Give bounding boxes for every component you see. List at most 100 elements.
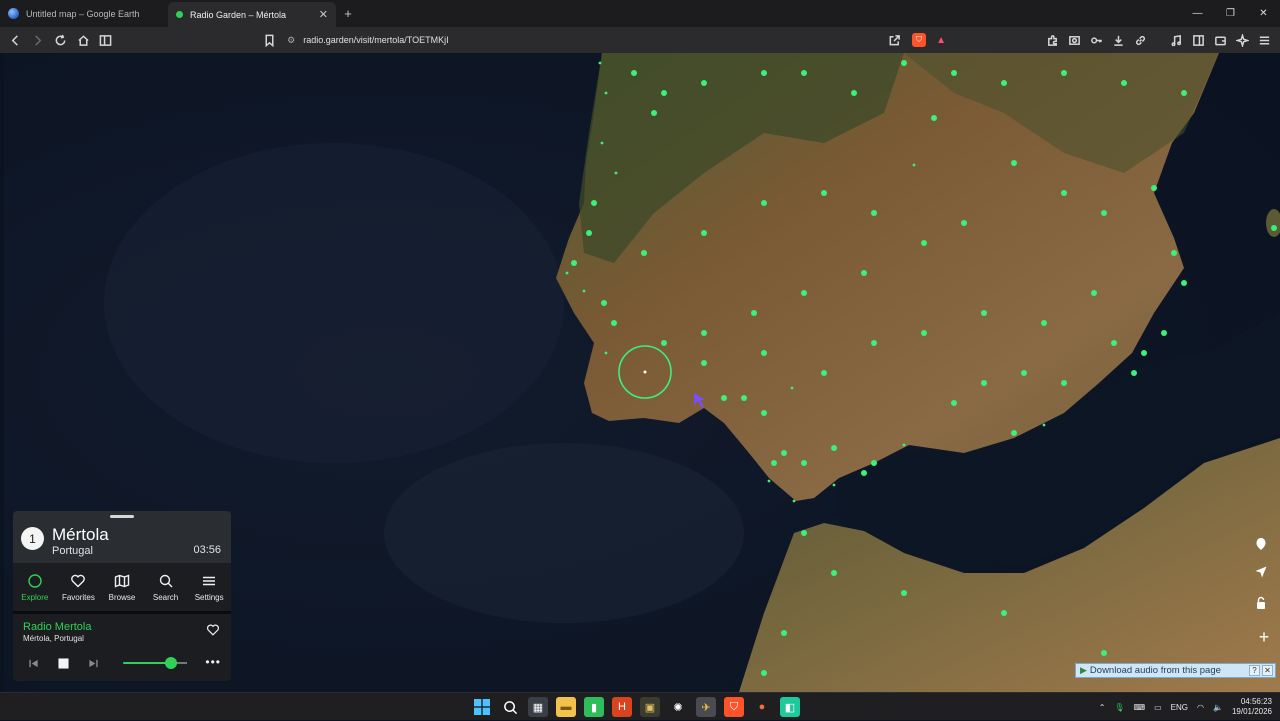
station-dot[interactable]	[951, 70, 957, 76]
station-dot[interactable]	[981, 380, 987, 386]
chevron-up-icon[interactable]: ⌃	[1099, 703, 1106, 712]
clock[interactable]: 04:56:23 19/01/2026	[1232, 697, 1272, 717]
station-dot[interactable]	[761, 70, 767, 76]
station-dot[interactable]	[661, 90, 667, 96]
station-dot[interactable]	[1001, 610, 1007, 616]
volume-slider-knob[interactable]	[165, 657, 177, 669]
station-dot[interactable]	[792, 499, 796, 503]
station-dot[interactable]	[591, 200, 597, 206]
media-playlist-icon[interactable]	[1166, 30, 1186, 50]
station-dot[interactable]	[611, 320, 617, 326]
station-dot[interactable]	[1011, 430, 1017, 436]
speaker-icon[interactable]: 🔈	[1213, 703, 1223, 712]
station-dot[interactable]	[721, 395, 727, 401]
station-dot[interactable]	[761, 350, 767, 356]
windows-start-icon[interactable]	[472, 697, 492, 717]
search-icon[interactable]	[500, 697, 520, 717]
favorite-button[interactable]	[206, 623, 222, 639]
station-dot[interactable]	[851, 90, 857, 96]
station-dot[interactable]	[801, 70, 807, 76]
drag-handle[interactable]	[110, 515, 134, 518]
station-dot[interactable]	[761, 410, 767, 416]
close-window-button[interactable]: ✕	[1247, 0, 1280, 27]
station-dot[interactable]	[1101, 210, 1107, 216]
station-dot[interactable]	[598, 61, 602, 65]
station-dot[interactable]	[821, 370, 827, 376]
station-dot[interactable]	[600, 141, 604, 145]
locate-me-icon[interactable]	[1254, 565, 1274, 585]
station-dot[interactable]	[902, 443, 906, 447]
download-icon[interactable]	[1108, 30, 1128, 50]
station-dot[interactable]	[871, 210, 877, 216]
station-dot[interactable]	[1121, 80, 1127, 86]
station-dot[interactable]	[1061, 70, 1067, 76]
station-dot[interactable]	[961, 220, 967, 226]
home-button[interactable]	[74, 30, 93, 50]
place-header[interactable]: 1 Mértola Portugal 03:56	[13, 511, 231, 563]
leo-ai-icon[interactable]	[1232, 30, 1252, 50]
previous-button[interactable]	[26, 656, 40, 670]
browser-menu-icon[interactable]	[1254, 30, 1274, 50]
url-text[interactable]: radio.garden/visit/mertola/TOETMKjI	[303, 35, 448, 45]
station-dot[interactable]	[641, 250, 647, 256]
station-dot[interactable]	[781, 630, 787, 636]
station-dot[interactable]	[701, 360, 707, 366]
station-dot[interactable]	[801, 530, 807, 536]
station-dot[interactable]	[1181, 280, 1187, 286]
close-banner-icon[interactable]: ✕	[1262, 665, 1273, 676]
station-dot[interactable]	[831, 570, 837, 576]
link-icon[interactable]	[1130, 30, 1150, 50]
reload-button[interactable]	[51, 30, 70, 50]
station-dot[interactable]	[751, 310, 757, 316]
keyboard-icon[interactable]: ⌨	[1134, 703, 1146, 712]
zoom-in-button[interactable]: +	[1254, 627, 1274, 647]
nav-favorites[interactable]: Favorites	[57, 563, 101, 611]
extensions-icon[interactable]	[1042, 30, 1062, 50]
station-name[interactable]: Radio Mertola	[23, 621, 91, 633]
station-dot[interactable]	[651, 110, 657, 116]
microphone-app-icon[interactable]: ●	[752, 697, 772, 717]
station-dot[interactable]	[1042, 423, 1046, 427]
back-button[interactable]	[6, 30, 25, 50]
station-dot[interactable]	[821, 190, 827, 196]
minimize-button[interactable]: —	[1181, 0, 1214, 27]
station-dot[interactable]	[871, 340, 877, 346]
station-dot[interactable]	[701, 230, 707, 236]
station-dot[interactable]	[1001, 80, 1007, 86]
chatgpt-icon[interactable]: ✺	[668, 697, 688, 717]
station-dot[interactable]	[565, 271, 569, 275]
lock-icon[interactable]	[1254, 596, 1274, 616]
nav-browse[interactable]: Browse	[100, 563, 144, 611]
help-icon[interactable]: ?	[1249, 665, 1260, 676]
close-tab-icon[interactable]: ✕	[319, 8, 328, 21]
tablet-mode-icon[interactable]: ▭	[1154, 703, 1162, 712]
station-dot[interactable]	[912, 163, 916, 167]
brave-browser-icon[interactable]: ⛉	[724, 697, 744, 717]
station-dot[interactable]	[871, 460, 877, 466]
microphone-in-use-icon[interactable]: 🎙	[1114, 703, 1124, 712]
volume-slider-track[interactable]	[177, 662, 187, 664]
station-dot[interactable]	[931, 115, 937, 121]
station-dot[interactable]	[767, 479, 771, 483]
bookmark-icon[interactable]	[259, 30, 279, 50]
screenshot-icon[interactable]	[1064, 30, 1084, 50]
station-dot[interactable]	[604, 351, 608, 355]
station-dot[interactable]	[1161, 330, 1167, 336]
station-dot[interactable]	[601, 300, 607, 306]
station-dot[interactable]	[1041, 320, 1047, 326]
station-dot[interactable]	[781, 450, 787, 456]
station-dot[interactable]	[801, 290, 807, 296]
task-view-icon[interactable]: ▦	[528, 697, 548, 717]
station-dot[interactable]	[701, 80, 707, 86]
station-dot[interactable]	[831, 445, 837, 451]
station-dot[interactable]	[771, 460, 777, 466]
stop-button[interactable]	[56, 656, 70, 670]
station-dot[interactable]	[832, 483, 836, 487]
station-dot[interactable]	[586, 230, 592, 236]
game-launcher-icon[interactable]: ▣	[640, 697, 660, 717]
file-explorer-icon[interactable]: ▬	[556, 697, 576, 717]
station-dot[interactable]	[741, 395, 747, 401]
station-dot[interactable]	[801, 460, 807, 466]
station-dot[interactable]	[1091, 290, 1097, 296]
station-dot[interactable]	[921, 240, 927, 246]
